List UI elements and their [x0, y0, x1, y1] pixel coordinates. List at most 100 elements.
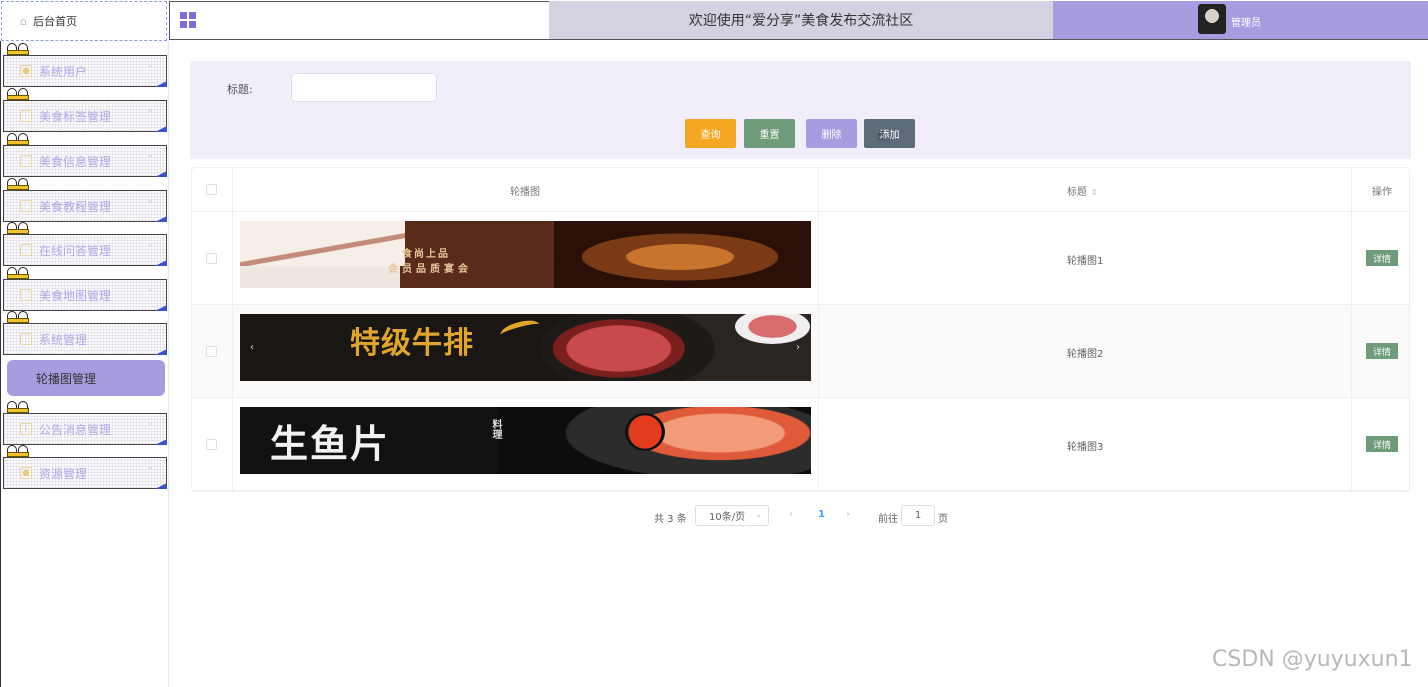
goto-page-input[interactable]: [901, 505, 935, 526]
row-checkbox[interactable]: [206, 253, 217, 264]
chevron-down-icon: ⌄: [147, 105, 154, 114]
corner-decoration: [155, 305, 167, 311]
sidebar-subitem-carousel[interactable]: 轮播图管理: [7, 360, 165, 396]
sidebar-item-food-info[interactable]: 美食信息管理 ⌄: [3, 145, 167, 177]
row-checkbox[interactable]: [206, 439, 217, 450]
column-header-title-label: 标题: [1067, 187, 1087, 198]
sidebar-item-label: 美食地图管理: [39, 288, 112, 303]
banner-text: 特级牛排: [350, 326, 474, 361]
page-label: 页: [938, 514, 948, 525]
avatar[interactable]: [1198, 4, 1226, 34]
steak-image: [540, 314, 715, 381]
home-tab[interactable]: ⌂ 后台首页: [1, 1, 167, 41]
home-tab-label: 后台首页: [32, 15, 77, 28]
column-divider: [1351, 168, 1352, 491]
corner-decoration: [155, 171, 167, 177]
row-title: 轮播图3: [1067, 442, 1104, 453]
roe-image: [625, 413, 665, 451]
table-row: 食尚上品 会员品质宴会 轮播图1 详情: [192, 212, 1409, 305]
carousel-image[interactable]: ‹ › 特级牛排: [240, 314, 811, 381]
sidebar-item-food-map[interactable]: 美食地图管理 ⌄: [3, 279, 167, 311]
detail-button[interactable]: 详情: [1366, 250, 1398, 266]
banner-subtext: 食尚上品: [402, 249, 450, 260]
prev-page-icon[interactable]: ‹: [789, 509, 793, 529]
chevron-up-icon: ⌃: [147, 328, 154, 337]
title-filter-label: 标题:: [227, 83, 253, 96]
carousel-prev-icon: ‹: [250, 342, 254, 353]
table-header-row: 轮播图 标题 ⇕ 操作: [192, 168, 1409, 212]
banner-text: 会员品质宴会: [388, 264, 472, 275]
location-icon: ●: [20, 467, 32, 479]
carousel-table: 轮播图 标题 ⇕ 操作 食尚上品 会员品质宴会 轮播图1 详情 ‹ › 特级牛排 …: [191, 167, 1410, 492]
binder-clip-icon: [7, 311, 31, 323]
banner-swoosh-icon: [498, 317, 542, 342]
page-number-current[interactable]: 1: [818, 509, 825, 529]
detail-button[interactable]: 详情: [1366, 436, 1398, 452]
column-header-image: 轮播图: [510, 187, 540, 198]
corner-decoration: [155, 349, 167, 355]
menu-toggle-icon[interactable]: [180, 12, 196, 28]
detail-button[interactable]: 详情: [1366, 343, 1398, 359]
sidebar-item-food-tags[interactable]: 美食标签管理 ⌄: [3, 100, 167, 132]
corner-decoration: [155, 483, 167, 489]
sidebar-item-label: 美食标签管理: [39, 109, 112, 124]
column-header-title[interactable]: 标题 ⇕: [1067, 183, 1098, 198]
info-icon: i: [20, 423, 32, 435]
chevron-down-icon: ⌄: [755, 510, 762, 519]
sidebar-subitem-label: 轮播图管理: [36, 371, 97, 386]
delete-button[interactable]: 删除: [806, 119, 857, 148]
corner-decoration: [155, 260, 167, 266]
carousel-image[interactable]: 生鱼片 料理: [240, 407, 811, 474]
watermark: CSDN @yuyuxun1: [1212, 647, 1413, 672]
sidebar: ● 系统用户 ⌄ 美食标签管理 ⌄ 美食信息管理 ⌄ 美食教程管理 ⌄ 在线问答…: [0, 41, 169, 687]
add-button[interactable]: 添加: [864, 119, 915, 148]
sidebar-item-resources[interactable]: ● 资源管理 ⌄: [3, 457, 167, 489]
chevron-down-icon: ⌄: [147, 418, 154, 427]
title-search-input[interactable]: [291, 73, 437, 102]
sidebar-item-label: 公告消息管理: [39, 422, 112, 437]
reset-button[interactable]: 重置: [744, 119, 795, 148]
chevron-down-icon: ⌄: [147, 239, 154, 248]
corner-decoration: [155, 216, 167, 222]
sidebar-item-food-tutorials[interactable]: 美食教程管理 ⌄: [3, 190, 167, 222]
next-page-icon[interactable]: ›: [846, 509, 850, 529]
document-icon: [20, 289, 32, 301]
binder-clip-icon: [7, 401, 31, 413]
binder-clip-icon: [7, 43, 31, 55]
sidebar-item-label: 资源管理: [39, 466, 88, 481]
chevron-down-icon: ⌄: [147, 462, 154, 471]
sidebar-item-announcements[interactable]: i 公告消息管理 ⌄: [3, 413, 167, 445]
binder-clip-icon: [7, 445, 31, 457]
page-size-value: 10条/页: [709, 512, 746, 523]
goto-label: 前往: [878, 514, 898, 525]
select-all-checkbox[interactable]: [206, 184, 217, 195]
banner-subtext: 料理: [490, 419, 501, 439]
food-platter-image: [555, 227, 805, 287]
row-title: 轮播图1: [1067, 256, 1104, 267]
sidebar-item-label: 系统用户: [39, 64, 88, 79]
sidebar-item-qa[interactable]: 在线问答管理 ⌄: [3, 234, 167, 266]
page-size-select[interactable]: 10条/页 ⌄: [695, 505, 769, 526]
food-decor-image: [240, 221, 405, 266]
search-button[interactable]: 查询: [685, 119, 736, 148]
corner-decoration: [155, 81, 167, 87]
sidebar-item-system[interactable]: 系统管理 ⌃: [3, 323, 167, 355]
binder-clip-icon: [7, 267, 31, 279]
meat-plate-image: [735, 314, 810, 344]
document-icon: [20, 110, 32, 122]
row-checkbox[interactable]: [206, 346, 217, 357]
user-name[interactable]: 管理员: [1231, 14, 1261, 29]
page-title: 欢迎使用“爱分享”美食发布交流社区: [549, 1, 1053, 39]
pagination-total: 共 3 条: [654, 514, 687, 525]
user-icon: ●: [20, 65, 32, 77]
carousel-image[interactable]: 食尚上品 会员品质宴会: [240, 221, 811, 288]
chevron-down-icon: ⌄: [147, 60, 154, 69]
top-bar: ⌂ 后台首页 欢迎使用“爱分享”美食发布交流社区 管理员: [0, 0, 1428, 41]
sidebar-item-users[interactable]: ● 系统用户 ⌄: [3, 55, 167, 87]
sidebar-item-label: 美食教程管理: [39, 199, 112, 214]
column-header-action: 操作: [1372, 187, 1392, 198]
sashimi-image: [540, 407, 811, 474]
chevron-down-icon: ⌄: [147, 284, 154, 293]
sort-icon[interactable]: ⇕: [1091, 188, 1098, 197]
corner-decoration: [155, 126, 167, 132]
